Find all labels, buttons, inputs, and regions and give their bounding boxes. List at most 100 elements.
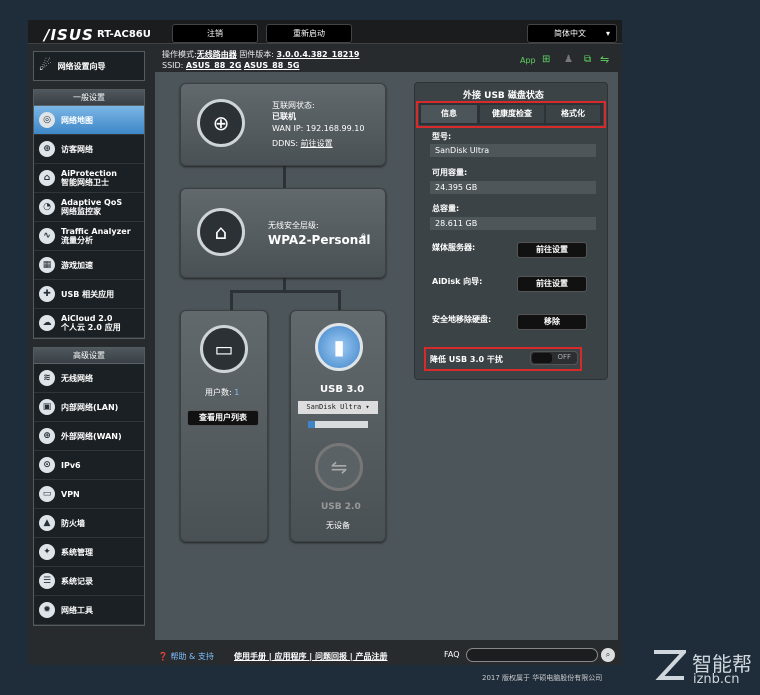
- usb3-title: USB 3.0: [320, 384, 365, 395]
- total-value: 28.611 GB: [430, 217, 596, 230]
- gamepad-status-icon: ⊞: [542, 54, 551, 65]
- usb2-status: 无设备: [326, 521, 350, 530]
- asus-logo: /ISUS: [44, 26, 94, 44]
- view-clients-button[interactable]: 查看用户列表: [187, 410, 259, 426]
- wireless-security-label: 无线安全层级:: [268, 221, 319, 230]
- sidebar-item[interactable]: ∿ Traffic Analyzer 流量分析: [34, 222, 144, 251]
- gamepad-icon: ▦: [39, 257, 55, 273]
- reduce-interference-label: 降低 USB 3.0 干扰: [430, 355, 503, 364]
- usb-device-select[interactable]: SanDisk Ultra ▾: [298, 401, 378, 414]
- sidebar-item[interactable]: ☁ AiCloud 2.0 个人云 2.0 应用: [34, 309, 144, 338]
- internet-status-label: 互联网状态:: [272, 101, 315, 110]
- ssid-label: SSID:: [162, 61, 184, 70]
- sidebar-item-label: 网络地图: [61, 115, 93, 125]
- app-link[interactable]: App: [520, 56, 536, 65]
- guest-icon: ⊕: [39, 141, 55, 157]
- sidebar-item-label-wrap: AiCloud 2.0 个人云 2.0 应用: [61, 314, 121, 332]
- sidebar-item-label-wrap: 内部网络(LAN): [61, 403, 118, 412]
- logout-button[interactable]: 注销: [172, 24, 258, 43]
- ddns-link[interactable]: 前往设置: [301, 139, 333, 148]
- connector-line: [230, 290, 233, 310]
- fw-label: 固件版本:: [239, 50, 274, 59]
- sidebar-item[interactable]: ▦ 游戏加速: [34, 251, 144, 280]
- sidebar-item[interactable]: ✦ 系统管理: [34, 538, 144, 567]
- help-label: 帮助 & 支持: [170, 652, 214, 661]
- puzzle-icon: ✚: [39, 286, 55, 302]
- sidebar-item[interactable]: ✹ 网络工具: [34, 596, 144, 625]
- model-value: SanDisk Ultra: [430, 144, 596, 157]
- sidebar-item-label-wrap: 系统记录: [61, 577, 93, 586]
- avail-label: 可用容量:: [432, 168, 468, 177]
- sidebar-item[interactable]: ⊙ IPv6: [34, 451, 144, 480]
- connector-line: [338, 290, 341, 310]
- sidebar-item-label: 系统管理: [61, 547, 93, 557]
- wizard-button[interactable]: ☄ 网络设置向导: [33, 51, 145, 81]
- highlight-box: [416, 101, 606, 128]
- sidebar-item[interactable]: ≋ 无线网络: [34, 364, 144, 393]
- sidebar-item-label: 内部网络(LAN): [61, 402, 119, 412]
- usb-panel-title: 外接 USB 磁盘状态: [463, 91, 544, 101]
- connector-line: [283, 166, 286, 188]
- search-icon[interactable]: ⌕: [601, 648, 615, 662]
- wave-icon: ∿: [39, 228, 55, 244]
- reduce-interference-toggle[interactable]: OFF: [530, 351, 578, 365]
- usb-drive-icon[interactable]: ▮: [315, 323, 363, 371]
- ssid-2g-link[interactable]: ASUS_88_2G: [186, 61, 241, 70]
- tools-icon: ✹: [39, 602, 55, 618]
- wizard-label: 网络设置向导: [57, 61, 106, 71]
- gauge-icon: ◔: [39, 199, 55, 215]
- sidebar-item[interactable]: ⊕ 访客网络: [34, 135, 144, 164]
- avail-value: 24.395 GB: [430, 181, 596, 194]
- faq-label: FAQ: [444, 650, 460, 659]
- sidebar-item-label: 访客网络: [61, 144, 93, 154]
- sidebar-item-label: 系统记录: [61, 576, 93, 586]
- monitor-icon: ▭: [200, 325, 248, 373]
- sidebar-item[interactable]: ◎ 网络地图: [34, 106, 144, 135]
- sidebar-item[interactable]: ✚ USB 相关应用: [34, 280, 144, 309]
- faq-search-input[interactable]: [466, 648, 598, 662]
- status-line-2: SSID: ASUS_88_2G ASUS_88_5G: [162, 61, 299, 70]
- sidebar-item-label-wrap: 外部网络(WAN): [61, 432, 122, 441]
- wand-icon: ☄: [39, 58, 52, 74]
- ssid-5g-link[interactable]: ASUS_88_5G: [244, 61, 299, 70]
- reboot-button[interactable]: 重新启动: [266, 24, 352, 43]
- sidebar-item[interactable]: ⊕ 外部网络(WAN): [34, 422, 144, 451]
- usb-symbol-icon: ⇋: [315, 443, 363, 491]
- watermark-url: iznb.cn: [693, 672, 740, 687]
- connector-line: [230, 290, 340, 293]
- sidebar-item-label: AiCloud 2.0: [61, 314, 113, 323]
- sidebar-item-label: Traffic Analyzer: [61, 227, 131, 236]
- sidebar-item-label: USB 相关应用: [61, 289, 115, 299]
- mode-link[interactable]: 无线路由器: [197, 50, 237, 59]
- globe-icon: ⊕: [39, 428, 55, 444]
- aidisk-button[interactable]: 前往设置: [517, 276, 587, 292]
- fw-link[interactable]: 3.0.0.4.382_18219: [277, 50, 360, 59]
- sidebar-item[interactable]: ▭ VPN: [34, 480, 144, 509]
- media-server-label: 媒体服务器:: [432, 243, 476, 252]
- user-status-icon: ♟: [564, 54, 573, 65]
- help-link[interactable]: ❓ 帮助 & 支持: [158, 651, 214, 662]
- sidebar-item-label: Adaptive QoS: [61, 198, 123, 207]
- remove-button[interactable]: 移除: [517, 314, 587, 330]
- language-select[interactable]: 简体中文 ▾: [527, 24, 617, 43]
- router-icon: ⌂: [197, 208, 245, 256]
- sidebar-item[interactable]: ⌂ AiProtection 智能网络卫士: [34, 164, 144, 193]
- sidebar-item-label-wrap: Traffic Analyzer 流量分析: [61, 227, 131, 245]
- footer-links[interactable]: 使用手册 | 应用程序 | 问题回报 | 产品注册: [234, 651, 387, 662]
- sidebar-item[interactable]: ▲ 防火墙: [34, 509, 144, 538]
- sidebar-item-label: IPv6: [61, 460, 81, 470]
- sidebar-item-label: VPN: [61, 489, 80, 499]
- sidebar-item-label-wrap: 游戏加速: [61, 261, 93, 270]
- media-server-button[interactable]: 前往设置: [517, 242, 587, 258]
- ddns-label: DDNS:: [272, 139, 299, 148]
- sidebar-item-label-wrap: 网络地图: [61, 116, 93, 125]
- sidebar-item-sublabel: 智能网络卫士: [61, 178, 109, 187]
- sidebar-item-label-wrap: AiProtection 智能网络卫士: [61, 169, 117, 187]
- log-icon: ☰: [39, 573, 55, 589]
- sidebar-item[interactable]: ◔ Adaptive QoS 网络监控家: [34, 193, 144, 222]
- firewall-icon: ▲: [39, 515, 55, 531]
- toggle-knob: [532, 353, 552, 363]
- sidebar-item[interactable]: ▣ 内部网络(LAN): [34, 393, 144, 422]
- wireless-security-value: WPA2-Personal: [268, 233, 371, 247]
- sidebar-item[interactable]: ☰ 系统记录: [34, 567, 144, 596]
